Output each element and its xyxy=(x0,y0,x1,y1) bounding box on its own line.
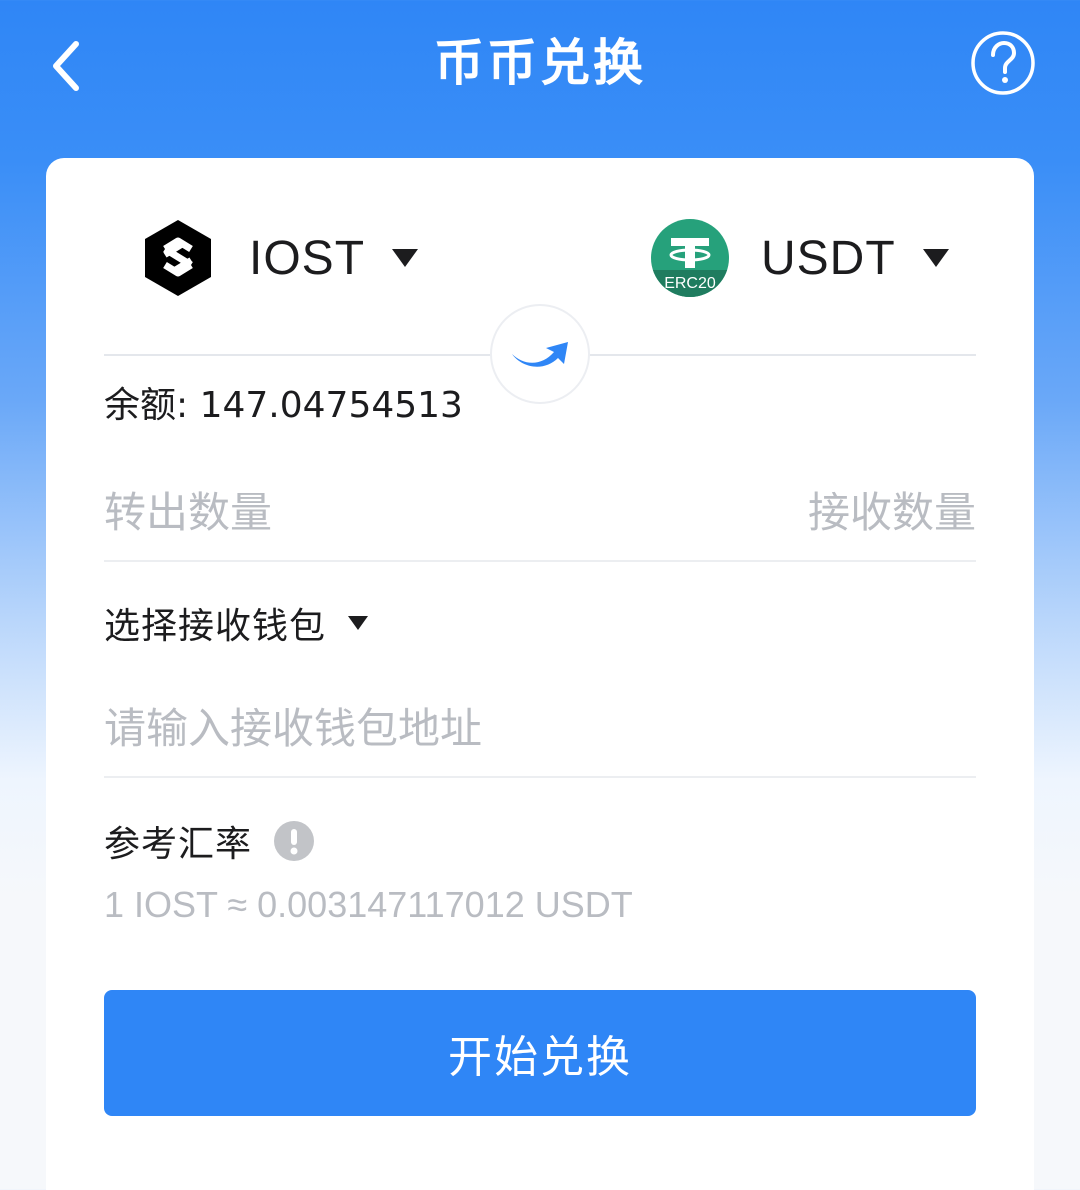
exchange-rate-value: 1 IOST ≈ 0.003147117012 USDT xyxy=(104,884,633,925)
page-title: 币币兑换 xyxy=(434,34,646,92)
wallet-selector[interactable]: 选择接收钱包 xyxy=(104,596,369,650)
caret-down-icon xyxy=(922,249,949,267)
wallet-select-label: 选择接收钱包 xyxy=(104,606,327,647)
from-token-symbol: IOST xyxy=(249,231,366,285)
divider xyxy=(104,776,976,778)
erc20-badge: ERC20 xyxy=(664,275,716,292)
usdt-erc20-logo: ERC20 xyxy=(651,219,729,297)
from-token-selector[interactable]: IOST xyxy=(138,216,419,300)
header-bar: 币币兑换 xyxy=(0,0,1080,130)
curved-arrow-right-icon xyxy=(512,342,568,367)
caret-down-icon xyxy=(392,249,419,267)
caret-down-icon xyxy=(348,616,369,630)
wallet-address-input[interactable] xyxy=(104,692,976,764)
exclamation-glyph-icon xyxy=(290,829,298,855)
rate-label-row: 参考汇率 xyxy=(104,814,315,868)
start-exchange-button[interactable]: 开始兑换 xyxy=(104,990,976,1116)
amount-row xyxy=(104,476,976,548)
iost-logo xyxy=(145,220,211,296)
divider xyxy=(104,560,976,562)
to-token-symbol: USDT xyxy=(761,231,896,285)
receive-amount-input[interactable] xyxy=(546,476,976,548)
send-amount-input[interactable] xyxy=(104,476,534,548)
question-circle-icon xyxy=(971,31,1035,95)
balance-text: 余额: 147.04754513 xyxy=(104,385,463,426)
help-button[interactable] xyxy=(970,30,1036,96)
to-token-selector[interactable]: ERC20 USDT xyxy=(650,216,949,300)
rate-label: 参考汇率 xyxy=(104,824,253,865)
exchange-card: IOST ERC20 USDT 余额: 147.04754513 选择接收钱包 xyxy=(46,158,1034,1190)
exclamation-circle-icon[interactable] xyxy=(274,821,315,861)
swap-direction-button[interactable] xyxy=(490,304,590,404)
